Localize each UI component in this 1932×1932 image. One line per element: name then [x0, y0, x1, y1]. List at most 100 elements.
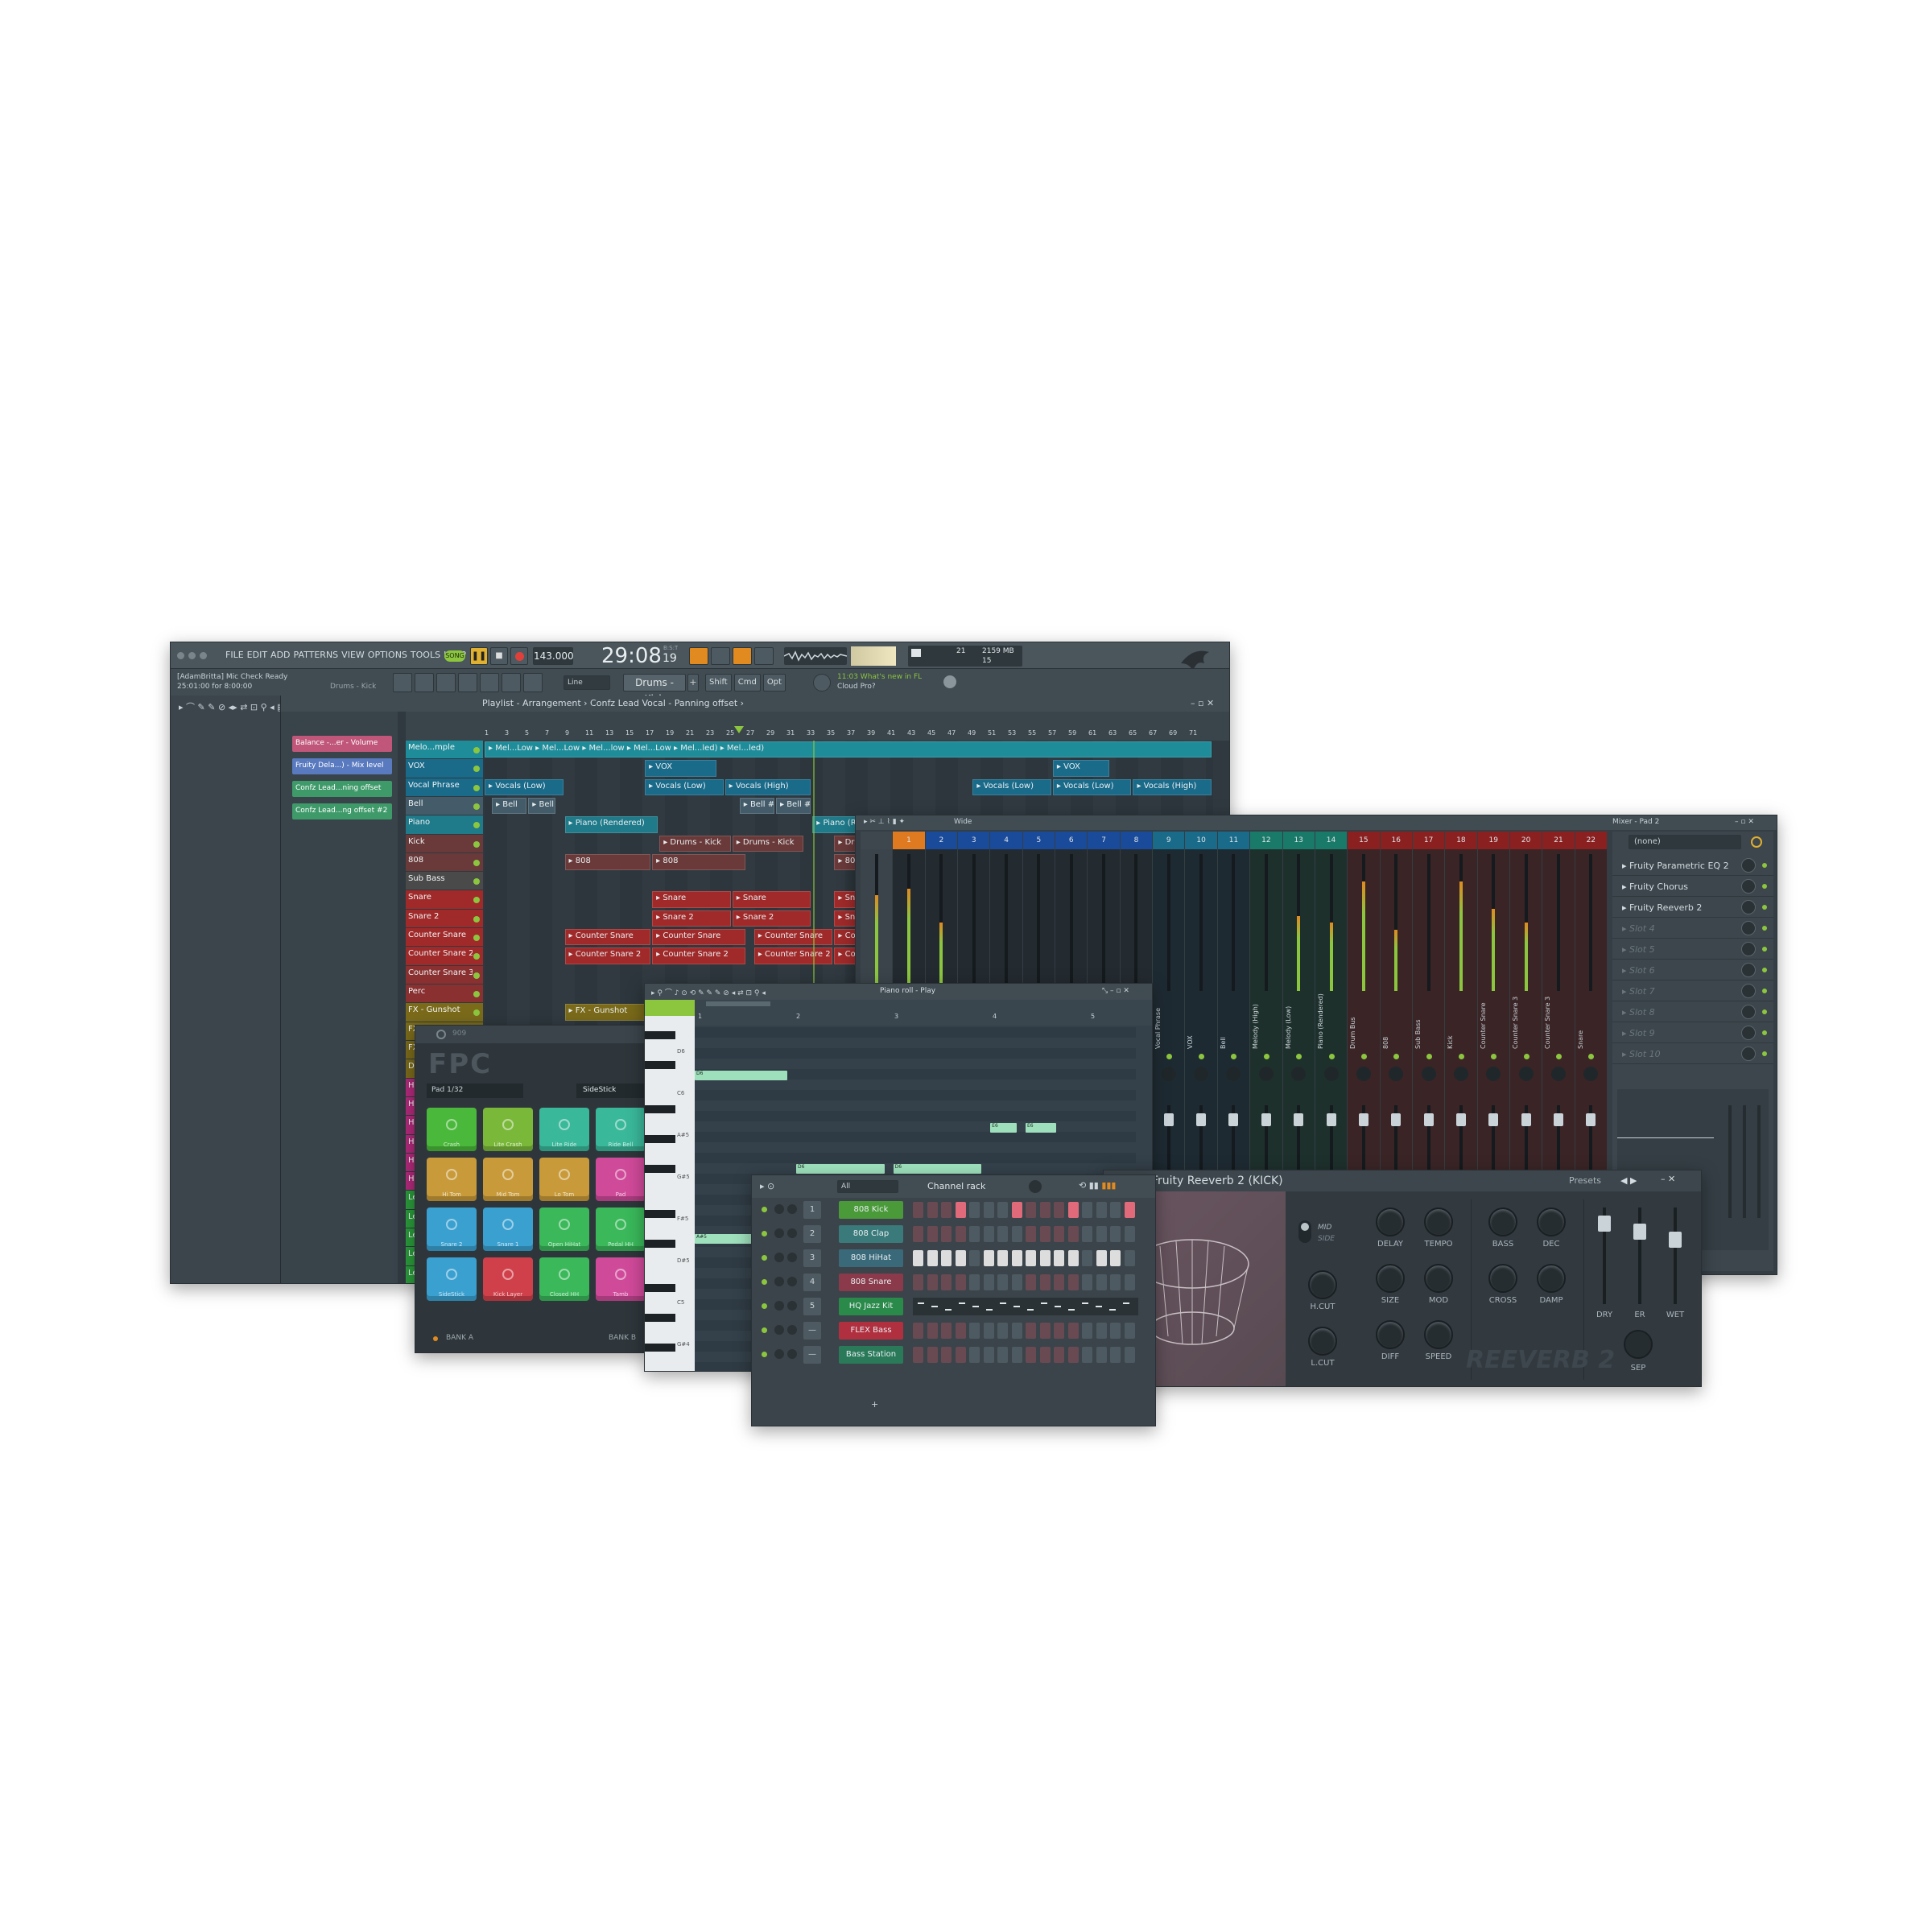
- channel-filter-select[interactable]: All: [837, 1180, 898, 1193]
- pan-knob[interactable]: [1518, 1067, 1534, 1081]
- channel-pan-knob[interactable]: [774, 1228, 784, 1238]
- countdown-button[interactable]: [754, 647, 774, 665]
- note[interactable]: E6: [1026, 1122, 1057, 1133]
- step-button[interactable]: [955, 1202, 966, 1218]
- volume-fader[interactable]: [1488, 1113, 1499, 1126]
- step-button[interactable]: [1067, 1202, 1079, 1218]
- step-button[interactable]: [1124, 1274, 1135, 1290]
- step-button[interactable]: [1026, 1250, 1036, 1266]
- knob-diff[interactable]: [1376, 1320, 1405, 1349]
- channel-mute-led[interactable]: [762, 1327, 767, 1333]
- menu-item-file[interactable]: FILE: [225, 650, 244, 660]
- channelrack-options-icon[interactable]: ▸ ⊙: [760, 1181, 774, 1191]
- pattern-select[interactable]: Drums - Kick: [623, 674, 686, 704]
- menu-item-edit[interactable]: EDIT: [247, 650, 267, 660]
- drum-pad[interactable]: Pedal HH: [596, 1208, 646, 1251]
- volume-fader[interactable]: [1423, 1113, 1434, 1126]
- step-button[interactable]: [913, 1274, 923, 1290]
- step-button[interactable]: [1110, 1250, 1121, 1266]
- step-button[interactable]: [1082, 1323, 1092, 1339]
- reverb-window-controls[interactable]: – ✕: [1661, 1174, 1675, 1184]
- step-button[interactable]: [1054, 1323, 1064, 1339]
- pan-knob[interactable]: [1161, 1067, 1176, 1081]
- bank-b-button[interactable]: BANK B: [609, 1334, 636, 1342]
- fx-slot[interactable]: ▸ Slot 7: [1612, 981, 1773, 1001]
- mixer-track[interactable]: 10 VOX: [1185, 832, 1217, 1178]
- clip[interactable]: ▸ Vocals (Low): [485, 778, 564, 795]
- presets-button[interactable]: Presets: [1569, 1175, 1601, 1186]
- track-header[interactable]: Piano: [406, 815, 483, 834]
- clip[interactable]: ▸ VOX: [645, 760, 716, 777]
- mixer-track-led[interactable]: [1458, 1054, 1464, 1059]
- mixer-track[interactable]: 22 Snare: [1575, 832, 1607, 1178]
- note[interactable]: D6: [893, 1164, 982, 1174]
- clip[interactable]: ▸ Vocals (Low): [645, 778, 724, 795]
- step-button[interactable]: [927, 1274, 938, 1290]
- step-button[interactable]: [1096, 1347, 1107, 1363]
- fx-enable-led[interactable]: [1762, 968, 1767, 972]
- note[interactable]: D6: [796, 1164, 885, 1174]
- step-button[interactable]: [1124, 1250, 1135, 1266]
- step-button[interactable]: [997, 1347, 1008, 1363]
- channel-mute-led[interactable]: [762, 1255, 767, 1261]
- track-header[interactable]: Perc: [406, 985, 483, 1003]
- step-button[interactable]: [1054, 1250, 1064, 1266]
- playlist-view-button[interactable]: [393, 673, 412, 692]
- knob-bass[interactable]: [1488, 1208, 1517, 1236]
- track-header[interactable]: Snare 2: [406, 909, 483, 928]
- drum-pad[interactable]: Crash: [427, 1108, 477, 1151]
- news-line1[interactable]: 11:03 What's new in FL: [837, 673, 922, 681]
- step-button[interactable]: [1011, 1274, 1022, 1290]
- mixer-track[interactable]: 19 Counter Snare: [1477, 832, 1509, 1178]
- step-button[interactable]: [1110, 1202, 1121, 1218]
- menu-item-tools[interactable]: TOOLS: [411, 650, 440, 660]
- channel-number[interactable]: 1: [803, 1201, 821, 1219]
- mixer-track-led[interactable]: [1166, 1054, 1172, 1059]
- step-button[interactable]: [941, 1202, 952, 1218]
- gear-icon[interactable]: [436, 1030, 446, 1039]
- fx-enable-led[interactable]: [1762, 884, 1767, 889]
- step-button[interactable]: [1082, 1202, 1092, 1218]
- step-button[interactable]: [1067, 1226, 1079, 1242]
- window-controls[interactable]: – ▫ ✕: [1191, 698, 1214, 708]
- fx-slot[interactable]: ▸ Slot 10: [1612, 1044, 1773, 1064]
- drum-pad[interactable]: Lite Ride: [539, 1108, 589, 1151]
- drum-pad[interactable]: Pad: [596, 1158, 646, 1201]
- fx-mix-knob[interactable]: [1741, 1046, 1756, 1061]
- track-mute-led[interactable]: [473, 897, 480, 904]
- clip[interactable]: ▸ FX - Gunshot: [564, 1004, 651, 1021]
- piano-black-key[interactable]: [645, 1314, 675, 1322]
- globe-icon[interactable]: [943, 675, 956, 688]
- track-header[interactable]: 808: [406, 852, 483, 872]
- step-button[interactable]: [941, 1274, 952, 1290]
- track-mute-led[interactable]: [473, 747, 480, 753]
- track-header[interactable]: Counter Snare 3: [406, 965, 483, 985]
- volume-fader[interactable]: [1326, 1113, 1336, 1126]
- pan-knob[interactable]: [1194, 1067, 1209, 1081]
- track-mute-led[interactable]: [473, 766, 480, 773]
- step-button[interactable]: [1096, 1226, 1107, 1242]
- clip[interactable]: ▸ Drums - Kick: [659, 835, 731, 852]
- step-button[interactable]: [1039, 1250, 1051, 1266]
- step-button[interactable]: [983, 1274, 994, 1290]
- mixer-stereo[interactable]: Wide: [954, 818, 972, 826]
- track-mute-led[interactable]: [473, 991, 480, 998]
- maximize-traffic-icon[interactable]: [200, 652, 207, 659]
- clip[interactable]: ▸ Bell #2: [776, 797, 811, 815]
- drum-pad[interactable]: Kick Layer: [483, 1257, 533, 1301]
- step-button[interactable]: [1082, 1274, 1092, 1290]
- step-button[interactable]: [1054, 1347, 1064, 1363]
- fx-enable-led[interactable]: [1762, 863, 1767, 868]
- channel-button[interactable]: 808 Kick: [839, 1201, 903, 1219]
- step-button[interactable]: [1124, 1202, 1135, 1218]
- add-channel-button[interactable]: +: [871, 1399, 878, 1410]
- menu-item-options[interactable]: OPTIONS: [368, 650, 407, 660]
- wait-button[interactable]: [733, 647, 752, 665]
- clip[interactable]: ▸ Piano (Rendered): [564, 816, 658, 833]
- channel-number[interactable]: —: [803, 1346, 821, 1364]
- pianoroll-scroll[interactable]: [706, 1001, 770, 1006]
- mixer-track-led[interactable]: [1523, 1054, 1530, 1059]
- clip[interactable]: ▸ Counter Snare 2: [753, 947, 833, 964]
- step-button[interactable]: [955, 1323, 966, 1339]
- track-header[interactable]: Bell: [406, 796, 483, 815]
